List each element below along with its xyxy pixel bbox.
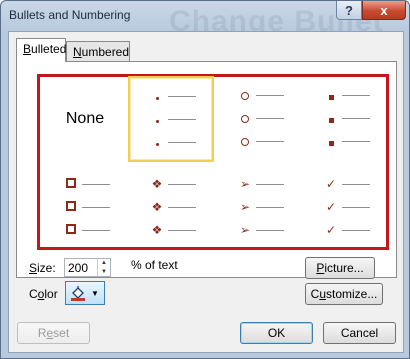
size-label-mnemonic: S — [29, 261, 38, 275]
customize-mnemonic: u — [319, 287, 326, 301]
four-diamond-bullet-icon: ❖ — [151, 177, 163, 191]
tab-bulleted-label: ulleted — [31, 42, 67, 56]
dialog-body: Bulleted Numbered None ❖ ❖ ❖ ➢ ➢ ➢ ✓ ✓ ✓… — [8, 31, 404, 353]
hollow-circle-bullet-icon — [234, 136, 256, 148]
dialog-title: Bullets and Numbering — [9, 8, 131, 22]
checkmark-bullet-icon: ✓ — [325, 200, 337, 214]
filled-square-bullet-icon — [320, 113, 342, 125]
size-input[interactable]: 200 — [65, 259, 97, 276]
arrowhead-bullet-icon: ➢ — [239, 200, 251, 214]
cancel-button[interactable]: Cancel — [323, 322, 396, 344]
arrowhead-bullet-icon: ➢ — [239, 177, 251, 191]
color-label: Color — [29, 287, 58, 301]
hollow-square-bullet-icon — [60, 178, 82, 190]
picture-button[interactable]: Picture... — [305, 257, 375, 279]
reset-mnemonic: e — [46, 326, 54, 340]
checkmark-bullet-icon: ✓ — [325, 223, 337, 237]
reset-button[interactable]: Re set — [17, 322, 90, 344]
checkmark-bullet-icon: ✓ — [325, 177, 337, 191]
bullet-option-small-dot[interactable] — [128, 76, 214, 162]
color-label-text: lor — [44, 287, 58, 301]
small-dot-bullet-icon — [146, 90, 168, 102]
customize-label: stomize... — [326, 287, 378, 301]
ok-button[interactable]: OK — [240, 322, 313, 344]
help-button[interactable]: ? — [336, 1, 362, 20]
four-diamond-bullet-icon: ❖ — [151, 200, 163, 214]
filled-square-bullet-icon — [320, 90, 342, 102]
close-button[interactable]: x — [362, 1, 406, 20]
bulleted-tab-panel: None ❖ ❖ ❖ ➢ ➢ ➢ ✓ ✓ ✓ — [16, 61, 397, 278]
close-icon: x — [380, 2, 388, 18]
color-label-pre: C — [29, 287, 38, 301]
tab-numbered-mnemonic: N — [73, 45, 82, 59]
ok-label: OK — [267, 326, 286, 340]
none-label: None — [65, 109, 105, 127]
bullet-option-checkmark[interactable]: ✓ ✓ ✓ — [302, 167, 388, 247]
filled-square-bullet-icon — [320, 136, 342, 148]
hollow-square-bullet-icon — [60, 201, 82, 213]
customize-label-pre: C — [310, 287, 320, 301]
spin-down-icon[interactable]: ▼ — [98, 268, 110, 277]
bullet-option-four-diamond[interactable]: ❖ ❖ ❖ — [128, 167, 214, 247]
bullet-option-none[interactable]: None — [42, 77, 128, 160]
small-dot-bullet-icon — [146, 113, 168, 125]
small-dot-bullet-icon — [146, 136, 168, 148]
tab-numbered[interactable]: Numbered — [66, 41, 130, 61]
dialog-window: Bullets and Numbering Change Bullet ? x … — [0, 0, 410, 359]
color-picker-button[interactable]: ▼ — [65, 281, 105, 305]
paint-bucket-icon — [70, 285, 86, 301]
size-label: Size: — [29, 261, 56, 275]
reset-label: set — [53, 326, 70, 340]
bullet-option-filled-square[interactable] — [302, 77, 388, 160]
cancel-label: Cancel — [340, 326, 379, 340]
help-icon: ? — [345, 2, 353, 18]
bullet-option-hollow-circle[interactable] — [216, 77, 302, 160]
bullet-option-arrowhead[interactable]: ➢ ➢ ➢ — [216, 167, 302, 247]
size-unit-label: % of text — [131, 258, 178, 272]
arrowhead-bullet-icon: ➢ — [239, 223, 251, 237]
reset-label-pre: R — [37, 326, 47, 340]
hollow-circle-bullet-icon — [234, 113, 256, 125]
size-label-text: ize: — [37, 261, 56, 275]
bullet-style-gallery: None ❖ ❖ ❖ ➢ ➢ ➢ ✓ ✓ ✓ — [37, 74, 389, 250]
tab-bulleted[interactable]: Bulleted — [16, 38, 66, 62]
spin-up-icon[interactable]: ▲ — [98, 259, 110, 268]
tab-bulleted-mnemonic: B — [23, 42, 32, 56]
title-bar[interactable]: Bullets and Numbering Change Bullet ? x — [1, 1, 409, 38]
bullet-option-hollow-square[interactable] — [42, 167, 128, 247]
size-spin-arrows[interactable]: ▲ ▼ — [97, 259, 110, 276]
picture-mnemonic: P — [316, 261, 325, 275]
tab-numbered-label: umbered — [81, 45, 130, 59]
customize-button[interactable]: Cu stomize... — [305, 283, 383, 305]
hollow-circle-bullet-icon — [234, 90, 256, 102]
chevron-down-icon: ▼ — [91, 288, 99, 298]
hollow-square-bullet-icon — [60, 224, 82, 236]
size-spinner[interactable]: 200 ▲ ▼ — [64, 258, 111, 277]
picture-label: icture... — [324, 261, 364, 275]
four-diamond-bullet-icon: ❖ — [151, 223, 163, 237]
